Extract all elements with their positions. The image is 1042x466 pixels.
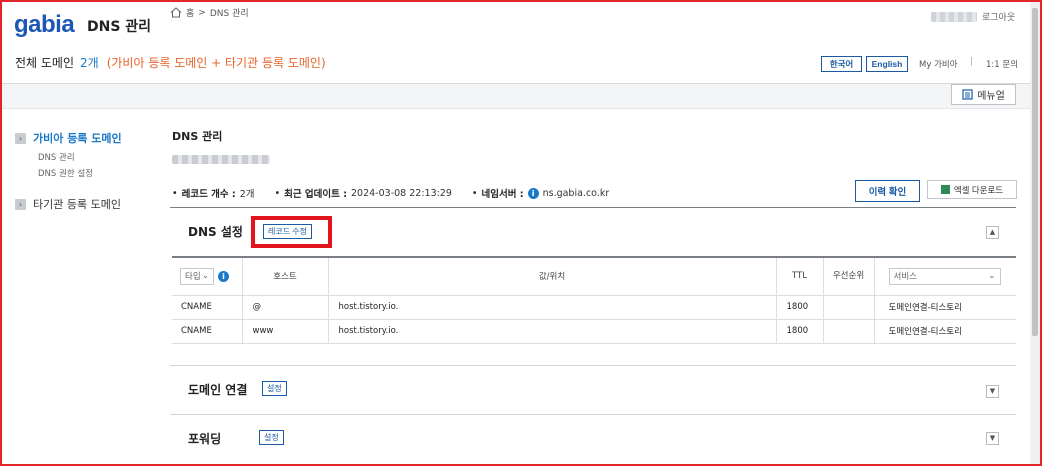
excel-download-label: 엑셀 다운로드	[953, 184, 1004, 195]
logout-link[interactable]: 로그아웃	[982, 10, 1015, 23]
domain-connect-title: 도메인 연결	[188, 383, 248, 397]
domain-count[interactable]: 2개	[80, 56, 99, 70]
ttl-header: TTL	[775, 256, 823, 296]
gabia-logo[interactable]: gabia	[14, 11, 75, 39]
service-filter-select[interactable]: 서비스 ⌄	[888, 267, 1001, 285]
sidebar-arrow-icon: ›	[15, 132, 26, 144]
breadcrumb: 홈 > DNS 관리	[170, 6, 249, 19]
excel-icon	[940, 185, 950, 194]
excel-download-button[interactable]: 엑셀 다운로드	[927, 180, 1017, 199]
sidebar-item-other[interactable]: › 타기관 등록 도메인	[15, 196, 121, 212]
chevron-down-icon: ⌄	[988, 271, 996, 282]
separator: |	[970, 57, 974, 67]
manual-label: 메뉴얼	[977, 91, 1005, 102]
domain-hint: (가비아 등록 도메인 + 타기관 등록 도메인)	[106, 56, 326, 70]
section-divider	[170, 414, 1016, 415]
type-header: 타입 ⌄ i	[172, 256, 242, 296]
record-host: @	[241, 295, 328, 320]
forwarding-settings-button[interactable]: 설정	[259, 430, 284, 445]
info-icon[interactable]: i	[218, 271, 229, 283]
app-title: DNS 관리	[87, 19, 152, 35]
service-header: 서비스 ⌄	[873, 256, 1016, 296]
sidebar-sub-dns-permission[interactable]: DNS 권한 설정	[38, 167, 93, 179]
table-row[interactable]: CNAME www host.tistory.io. 1800 도메인연결-티스…	[172, 319, 1016, 344]
domain-connect-settings-button[interactable]: 설정	[262, 381, 287, 396]
home-icon[interactable]	[170, 7, 182, 18]
edit-records-button[interactable]: 레코드 수정	[263, 224, 313, 239]
history-button[interactable]: 이력 확인	[855, 180, 920, 202]
sidebar-item-label: 타기관 등록 도메인	[33, 198, 121, 211]
manual-icon	[962, 89, 973, 100]
record-type: CNAME	[172, 295, 242, 320]
record-value: host.tistory.io.	[327, 295, 776, 320]
header: gabia DNS 관리 로그아웃 전체 도메인 2개 (가비아 등록 도메인 + …	[0, 0, 1042, 83]
sidebar-arrow-icon: ›	[15, 198, 26, 210]
section-divider	[170, 365, 1016, 366]
record-count: • 레코드 개수 :2개	[172, 187, 255, 201]
user-name-blurred	[931, 12, 977, 22]
breadcrumb-sep: >	[198, 7, 206, 18]
last-updated: • 최근 업데이트 :2024-03-08 22:13:29	[274, 187, 452, 201]
expand-down-icon[interactable]: ▼	[986, 432, 999, 445]
sidebar-item-label: 가비아 등록 도메인	[33, 132, 122, 145]
page-title: DNS 관리	[172, 130, 223, 143]
lang-en-button[interactable]: English	[866, 56, 908, 72]
sidebar-item-gabia[interactable]: › 가비아 등록 도메인	[15, 130, 122, 146]
breadcrumb-home[interactable]: 홈	[186, 6, 194, 19]
record-ttl: 1800	[775, 319, 823, 344]
info-icon[interactable]: i	[527, 187, 539, 199]
priority-header: 우선순위	[822, 256, 874, 296]
type-filter-select[interactable]: 타입 ⌄	[180, 267, 214, 285]
breadcrumb-current: DNS 관리	[209, 9, 249, 19]
dns-records-table: 타입 ⌄ i 호스트 값/위치 TTL 우선순위 서비스 ⌄ CNAME @ host…	[172, 256, 1016, 344]
value-header: 값/위치	[327, 256, 776, 296]
sidebar-sub-dns-manage[interactable]: DNS 관리	[38, 151, 75, 163]
record-value: host.tistory.io.	[327, 319, 776, 344]
table-header-row: 타입 ⌄ i 호스트 값/위치 TTL 우선순위 서비스 ⌄	[172, 256, 1016, 296]
record-type: CNAME	[172, 319, 242, 344]
record-service: 도메인연결-티스토리	[873, 319, 1016, 344]
record-service: 도메인연결-티스토리	[873, 295, 1016, 320]
nameserver: • 네임서버 : i ns.gabia.co.kr	[471, 187, 610, 200]
breadcrumb-bar	[2, 83, 1030, 109]
chevron-down-icon: ⌄	[201, 271, 209, 282]
record-host: www	[241, 319, 328, 344]
dns-settings-title: DNS 설정	[188, 225, 243, 239]
domain-name-blurred	[172, 155, 270, 164]
record-priority	[822, 295, 874, 320]
collapse-up-icon[interactable]: ▲	[986, 226, 999, 239]
domain-label: 전체 도메인	[15, 56, 75, 70]
domain-summary: 전체 도메인 2개 (가비아 등록 도메인 + 타기관 등록 도메인)	[15, 54, 326, 71]
record-ttl: 1800	[775, 295, 823, 320]
dns-info-row: • 레코드 개수 :2개 • 최근 업데이트 :2024-03-08 22:13:2…	[172, 186, 629, 200]
my-gabia-link[interactable]: My 가비아	[919, 58, 958, 70]
record-priority	[822, 319, 874, 344]
lang-ko-button[interactable]: 한국어	[821, 56, 862, 72]
manual-button[interactable]: 메뉴얼	[951, 84, 1016, 105]
scrollbar-thumb[interactable]	[1032, 8, 1038, 336]
expand-down-icon[interactable]: ▼	[986, 385, 999, 398]
host-header: 호스트	[241, 256, 328, 296]
table-row[interactable]: CNAME @ host.tistory.io. 1800 도메인연결-티스토리	[172, 295, 1016, 320]
forwarding-title: 포워딩	[188, 432, 222, 446]
inquiry-link[interactable]: 1:1 문의	[986, 58, 1018, 70]
section-divider	[170, 207, 1016, 208]
